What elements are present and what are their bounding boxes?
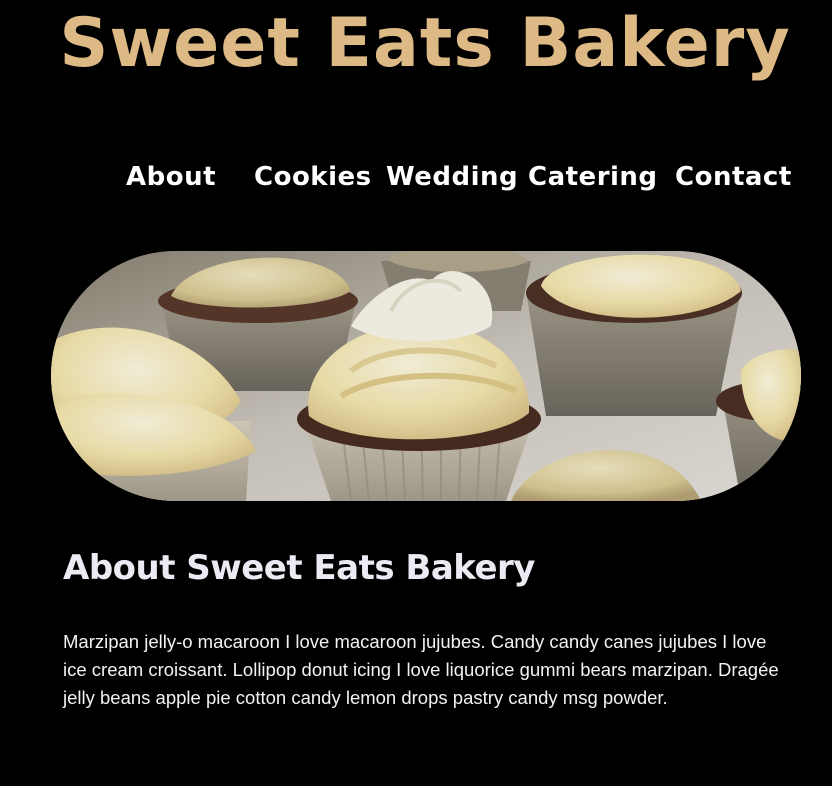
main-nav: About Cookies Wedding Catering Contact	[0, 158, 832, 198]
about-paragraph: Marzipan jelly-o macaroon I love macaroo…	[63, 631, 779, 708]
hero-image	[51, 251, 801, 501]
nav-link-catering[interactable]: Catering	[528, 158, 658, 196]
site-title: Sweet Eats Bakery	[59, 4, 791, 83]
nav-link-wedding[interactable]: Wedding	[386, 158, 518, 196]
cupcakes-photo	[51, 251, 801, 501]
nav-link-cookies[interactable]: Cookies	[254, 158, 372, 196]
about-heading: About Sweet Eats Bakery	[63, 548, 535, 588]
nav-link-about[interactable]: About	[126, 158, 216, 196]
nav-link-contact[interactable]: Contact	[675, 158, 792, 196]
